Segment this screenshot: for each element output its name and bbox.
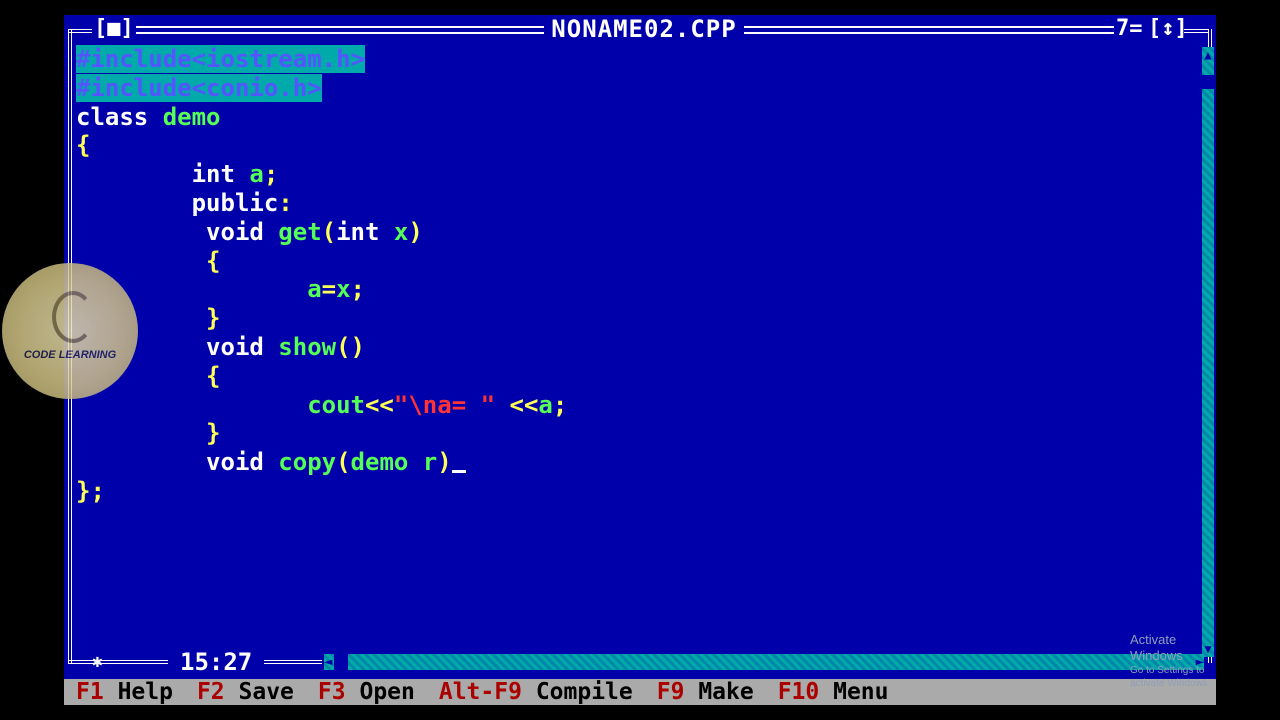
symbol-token: { bbox=[76, 131, 91, 160]
text-cursor bbox=[451, 470, 466, 474]
code-line[interactable]: #include<iostream.h> bbox=[76, 45, 365, 74]
status-bar: F1 Help F2 Save F3 Open Alt-F9 Compile F9 Ma… bbox=[64, 679, 1216, 705]
keyword-token bbox=[76, 391, 307, 419]
hotkey-label: Save bbox=[238, 679, 294, 705]
keyword-token: void bbox=[76, 217, 279, 246]
code-line[interactable]: public: bbox=[76, 189, 293, 218]
close-button[interactable]: [■] bbox=[94, 17, 134, 41]
keyword-token: int bbox=[336, 217, 394, 246]
hotkey: F9 bbox=[656, 679, 685, 705]
hotkey: F3 bbox=[317, 679, 346, 705]
keyword-token: void bbox=[76, 448, 279, 477]
keyword-token: int bbox=[76, 160, 250, 189]
string-token: "\na= " bbox=[393, 390, 496, 419]
title-rule-right bbox=[744, 26, 1114, 34]
keyword-token: class bbox=[76, 102, 163, 131]
preprocessor-token: #include<iostream.h> bbox=[76, 45, 365, 73]
activate-windows-title: Activate Windows bbox=[1130, 632, 1183, 663]
symbol-token: ) bbox=[437, 448, 452, 477]
hotkey: Alt-F9 bbox=[438, 679, 522, 705]
hotkey-label: Help bbox=[117, 679, 173, 705]
symbol-token: ( bbox=[321, 217, 337, 246]
zoom-button[interactable]: [↕] bbox=[1148, 17, 1188, 41]
close-icon: [■] bbox=[94, 16, 134, 41]
identifier-token: get bbox=[278, 217, 322, 246]
cursor-position: 15:27 bbox=[176, 648, 257, 676]
identifier-token: copy bbox=[278, 448, 337, 477]
symbol-token: } bbox=[76, 419, 221, 448]
status-item-save[interactable]: F2 Save bbox=[197, 679, 294, 705]
status-item-compile[interactable]: Alt-F9 Compile bbox=[439, 679, 633, 705]
title-rule-left bbox=[136, 26, 544, 34]
symbol-token: ) bbox=[408, 217, 423, 246]
hotkey-label: Compile bbox=[535, 679, 633, 705]
symbol-token: ; bbox=[350, 275, 365, 304]
horizontal-scrollbar[interactable]: ◄ ► bbox=[324, 654, 1204, 670]
code-line[interactable]: cout<<"\na= " <<a; bbox=[76, 391, 567, 420]
identifier-token: a bbox=[307, 275, 322, 304]
resize-star-icon: ✱ bbox=[92, 651, 103, 672]
code-line[interactable]: void get(int x) bbox=[76, 218, 423, 247]
scroll-up-icon[interactable]: ▲ bbox=[1202, 49, 1214, 61]
code-learning-logo: CODE LEARNING bbox=[2, 263, 138, 399]
symbol-token: ; bbox=[552, 390, 568, 419]
hotkey: F2 bbox=[196, 679, 225, 705]
hotkey-label: Menu bbox=[833, 679, 889, 705]
symbol-token: << bbox=[495, 390, 539, 419]
logo-text: CODE LEARNING bbox=[23, 349, 117, 361]
status-item-make[interactable]: F9 Make bbox=[657, 679, 754, 705]
status-item-open[interactable]: F3 Open bbox=[318, 679, 415, 705]
identifier-token: a bbox=[249, 160, 264, 189]
activate-windows-hint: Go to Settings to activate Windows. bbox=[1130, 665, 1211, 689]
symbol-token: : bbox=[278, 189, 293, 217]
window-title: NONAME02.CPP bbox=[544, 15, 744, 43]
bottom-frame-mid bbox=[264, 660, 322, 664]
frame-top-right-corner bbox=[1184, 29, 1208, 33]
code-line[interactable]: int a; bbox=[76, 160, 279, 189]
identifier-token: r bbox=[422, 448, 438, 477]
identifier-token: a bbox=[538, 390, 553, 419]
code-line[interactable]: { bbox=[76, 131, 90, 160]
identifier-token: show bbox=[278, 333, 337, 361]
symbol-token: << bbox=[364, 390, 394, 419]
code-line[interactable]: #include<conio.h> bbox=[76, 73, 322, 103]
activate-windows-notice: Activate Windows Go to Settings to activ… bbox=[1130, 632, 1216, 690]
window-number: 7= bbox=[1116, 16, 1143, 41]
logo-c-mark-icon bbox=[52, 291, 94, 343]
symbol-token: }; bbox=[76, 477, 105, 505]
zoom-icon: [↕] bbox=[1148, 16, 1188, 41]
code-line[interactable]: class demo bbox=[76, 103, 221, 132]
identifier-token: cout bbox=[307, 390, 365, 419]
frame-top-left-corner bbox=[68, 29, 92, 33]
scroll-left-icon[interactable]: ◄ bbox=[324, 654, 332, 670]
symbol-token: () bbox=[336, 333, 365, 361]
code-line[interactable]: }; bbox=[76, 477, 105, 506]
turbo-cpp-ide: [■] NONAME02.CPP 7= [↕] #include<iostrea… bbox=[64, 15, 1216, 705]
horizontal-scroll-thumb[interactable] bbox=[334, 654, 348, 670]
hotkey-label: Make bbox=[698, 679, 754, 705]
identifier-token: demo bbox=[162, 102, 221, 131]
code-line[interactable]: void copy(demo r) bbox=[76, 448, 466, 477]
symbol-token: = bbox=[321, 275, 337, 304]
keyword-token: public bbox=[76, 189, 279, 217]
symbol-token: ( bbox=[336, 448, 351, 477]
identifier-token: x bbox=[336, 275, 351, 304]
hotkey: F1 bbox=[76, 679, 104, 705]
vertical-scrollbar[interactable]: ▲ ▼ bbox=[1202, 47, 1214, 657]
identifier-token: x bbox=[393, 217, 409, 246]
symbol-token: ; bbox=[263, 160, 279, 189]
preprocessor-token: #include<conio.h> bbox=[76, 73, 322, 102]
status-item-help[interactable]: F1 Help bbox=[76, 679, 173, 705]
vertical-scroll-thumb[interactable] bbox=[1202, 75, 1214, 89]
status-item-menu[interactable]: F10 Menu bbox=[778, 679, 889, 705]
bottom-frame-left bbox=[68, 660, 168, 664]
hotkey-label: Open bbox=[359, 679, 415, 705]
window-bottom-bar: ✱ 15:27 ◄ ► bbox=[64, 648, 1216, 676]
identifier-token: demo bbox=[350, 448, 423, 477]
hotkey: F10 bbox=[777, 679, 820, 705]
code-line[interactable]: } bbox=[76, 419, 221, 448]
code-editor[interactable]: #include<iostream.h> #include<conio.h> cla… bbox=[76, 45, 1201, 650]
window-title-bar: [■] NONAME02.CPP 7= [↕] bbox=[64, 15, 1216, 43]
